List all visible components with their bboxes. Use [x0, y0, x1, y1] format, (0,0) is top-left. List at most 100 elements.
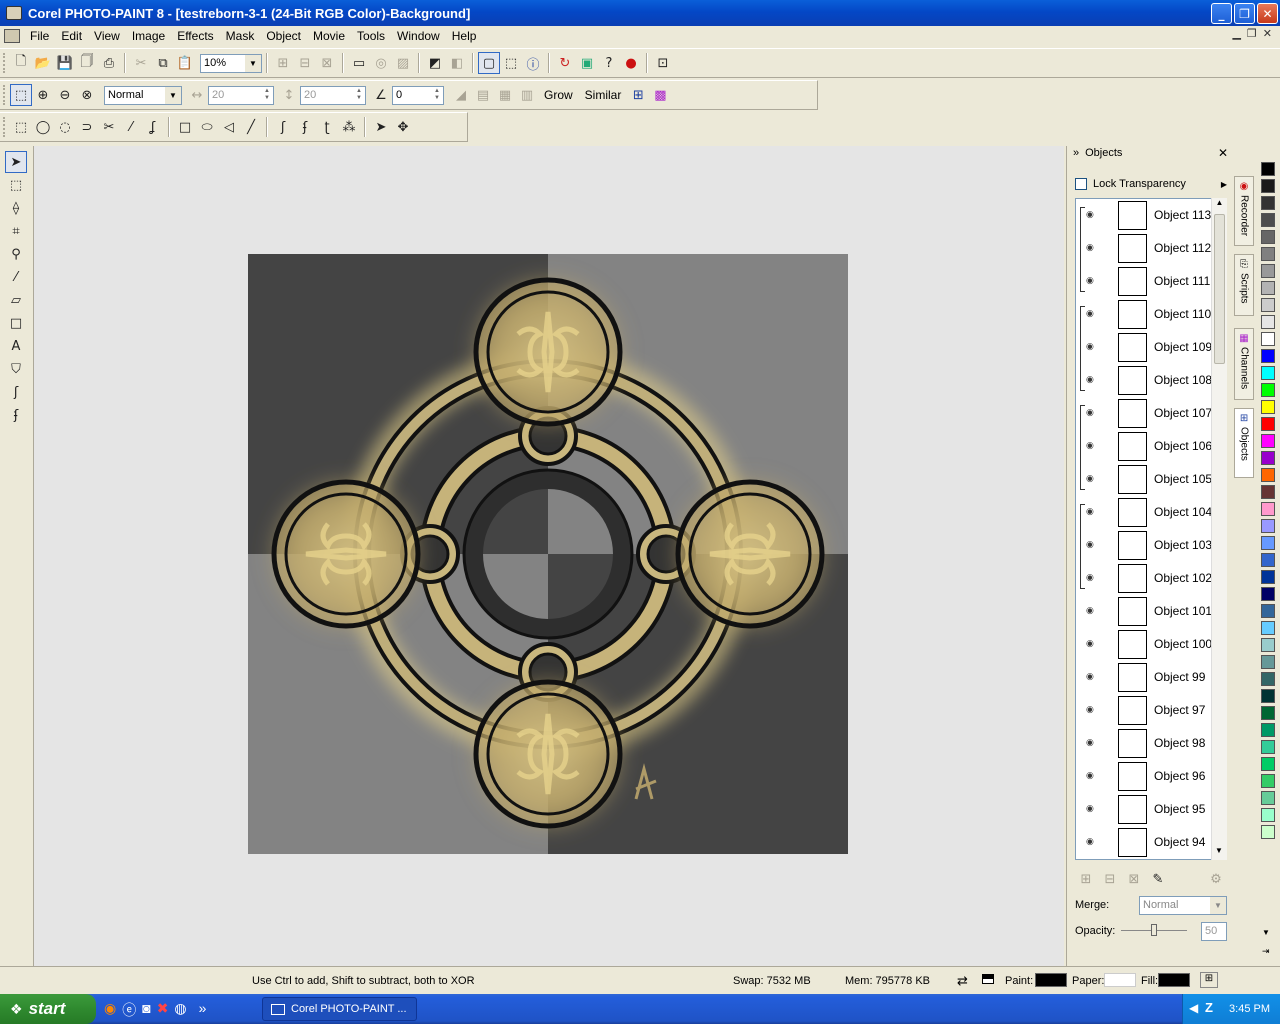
app-icon[interactable] — [6, 6, 22, 20]
delete-object-icon[interactable]: ⚙ — [1205, 868, 1227, 890]
visibility-eye-icon[interactable]: ◉ — [1086, 209, 1094, 220]
lock-transparency-checkbox[interactable] — [1075, 178, 1087, 190]
tray-arrow-icon[interactable]: ◀ — [1189, 1001, 1198, 1015]
mask-brush-icon[interactable]: ʆ — [142, 116, 164, 138]
palette-swatch[interactable] — [1261, 740, 1275, 754]
menu-mask[interactable]: Mask — [220, 29, 261, 43]
menu-view[interactable]: View — [88, 29, 126, 43]
palette-swatch[interactable] — [1261, 536, 1275, 550]
polygon-tool-icon[interactable]: ◁ — [218, 116, 240, 138]
menu-help[interactable]: Help — [446, 29, 483, 43]
scroll-thumb[interactable] — [1214, 214, 1225, 364]
rectangle-tool-icon[interactable]: □ — [174, 116, 196, 138]
object-split-icon[interactable]: ⊠ — [316, 52, 338, 74]
fill-bucket-icon[interactable]: ⛉ — [5, 358, 27, 380]
lasso-mask-icon[interactable]: ⊃ — [76, 116, 98, 138]
palette-swatch[interactable] — [1261, 689, 1275, 703]
crop-icon[interactable]: ⌗ — [5, 220, 27, 242]
circle-mask-icon[interactable]: ◯ — [32, 116, 54, 138]
merge-combo[interactable]: Normal ▼ — [1139, 895, 1227, 915]
object-row[interactable]: ◉ Object 107 — [1076, 397, 1226, 430]
palette-swatch[interactable] — [1261, 162, 1275, 176]
object-row[interactable]: ◉ Object 110 — [1076, 298, 1226, 331]
mdi-restore-icon[interactable]: ❐ — [1247, 27, 1257, 40]
object-row[interactable]: ◉ Object 99 — [1076, 661, 1226, 694]
visibility-eye-icon[interactable]: ◉ — [1086, 539, 1094, 550]
object-row[interactable]: ◉ Object 98 — [1076, 727, 1226, 760]
chevron-down-icon[interactable]: ▼ — [245, 54, 261, 72]
normal-mask-mode-icon[interactable]: ⬚ — [10, 84, 32, 106]
image-viewer-icon[interactable]: ▣ — [576, 52, 598, 74]
object-row[interactable]: ◉ Object 104 — [1076, 496, 1226, 529]
mask-remove-icon[interactable]: ▨ — [392, 52, 414, 74]
network-icon[interactable]: ◍ — [174, 1000, 186, 1020]
scroll-up-icon[interactable]: ▲ — [1212, 198, 1227, 212]
object-row[interactable]: ◉ Object 103 — [1076, 529, 1226, 562]
image-sprayer-icon[interactable]: ⁂ — [338, 116, 360, 138]
palette-swatch[interactable] — [1261, 468, 1275, 482]
palette-swatch[interactable] — [1261, 655, 1275, 669]
zoom-combo[interactable]: 10% ▼ — [200, 53, 262, 73]
toolbar-grip[interactable] — [3, 53, 6, 73]
palette-swatch[interactable] — [1261, 774, 1275, 788]
text-tool-icon[interactable]: A — [5, 335, 27, 357]
object-properties-icon[interactable]: ✎ — [1147, 868, 1169, 890]
help-pointer-icon[interactable]: ? — [598, 52, 620, 74]
object-row[interactable]: ◉ Object 108 — [1076, 364, 1226, 397]
corel-icon[interactable]: ✖ — [157, 1000, 169, 1020]
camera-icon[interactable]: ◙ — [142, 1000, 150, 1020]
mdi-minimize-icon[interactable]: ▁ — [1232, 27, 1240, 40]
object-group-icon[interactable]: ⊞ — [272, 52, 294, 74]
palette-swatch[interactable] — [1261, 570, 1275, 584]
maximize-button[interactable]: ❐ — [1234, 3, 1255, 24]
angle-field[interactable]: 0 ▲ ▼ — [392, 85, 444, 105]
menu-image[interactable]: Image — [126, 29, 171, 43]
line-tool-icon[interactable]: ╱ — [240, 116, 262, 138]
visibility-eye-icon[interactable]: ◉ — [1086, 671, 1094, 682]
palette-swatch[interactable] — [1261, 230, 1275, 244]
xor-mask-icon[interactable]: ⊗ — [76, 84, 98, 106]
save-icon[interactable]: 💾 — [54, 52, 76, 74]
menu-effects[interactable]: Effects — [171, 29, 219, 43]
feather-icon[interactable]: ◢ — [450, 84, 472, 106]
open-folder-icon[interactable]: 📂 — [32, 52, 54, 74]
subtractive-mask-icon[interactable]: ⊖ — [54, 84, 76, 106]
palette-swatch[interactable] — [1261, 417, 1275, 431]
object-row[interactable]: ◉ Object 113 — [1076, 199, 1226, 232]
object-row[interactable]: ◉ Object 105 — [1076, 463, 1226, 496]
mask-icon[interactable]: ▭ — [348, 52, 370, 74]
mask-marquee-icon[interactable]: ▢ — [478, 52, 500, 74]
paste-icon[interactable]: 📋 — [174, 52, 196, 74]
effect-brush-icon[interactable]: ʄ — [294, 116, 316, 138]
cut-icon[interactable]: ✂ — [130, 52, 152, 74]
menu-movie[interactable]: Movie — [307, 29, 351, 43]
palette-swatch[interactable] — [1261, 247, 1275, 261]
object-row[interactable]: ◉ Object 101 — [1076, 595, 1226, 628]
paint-color-swatch[interactable] — [1035, 973, 1067, 987]
palette-swatch[interactable] — [1261, 553, 1275, 567]
palette-swatch[interactable] — [1261, 366, 1275, 380]
close-button[interactable]: ✕ — [1257, 3, 1278, 24]
effect-tool-icon[interactable]: ʄ — [5, 404, 27, 426]
chevron-down-icon[interactable]: ▼ — [1210, 896, 1226, 914]
palette-swatch[interactable] — [1261, 213, 1275, 227]
quick-launch-more-icon[interactable]: » — [199, 1000, 207, 1020]
firefox-icon[interactable]: ◉ — [104, 1000, 116, 1020]
toolbar-grip[interactable] — [3, 117, 6, 137]
palette-swatch[interactable] — [1261, 383, 1275, 397]
visibility-eye-icon[interactable]: ◉ — [1086, 737, 1094, 748]
palette-swatch[interactable] — [1261, 604, 1275, 618]
new-object-from-mask-icon[interactable]: ⊟ — [1099, 868, 1121, 890]
image-canvas[interactable] — [248, 254, 848, 854]
spinner-icon[interactable]: ▲ ▼ — [261, 87, 273, 104]
mask-invert-icon[interactable]: ◎ — [370, 52, 392, 74]
palette-swatch[interactable] — [1261, 400, 1275, 414]
chevron-down-icon[interactable]: ▼ — [165, 86, 181, 104]
visibility-eye-icon[interactable]: ◉ — [1086, 341, 1094, 352]
palette-swatch[interactable] — [1261, 179, 1275, 193]
palette-swatch[interactable] — [1261, 706, 1275, 720]
visibility-eye-icon[interactable]: ◉ — [1086, 638, 1094, 649]
visibility-eye-icon[interactable]: ◉ — [1086, 440, 1094, 451]
palette-swatch[interactable] — [1261, 264, 1275, 278]
scissors-mask-icon[interactable]: ✂ — [98, 116, 120, 138]
